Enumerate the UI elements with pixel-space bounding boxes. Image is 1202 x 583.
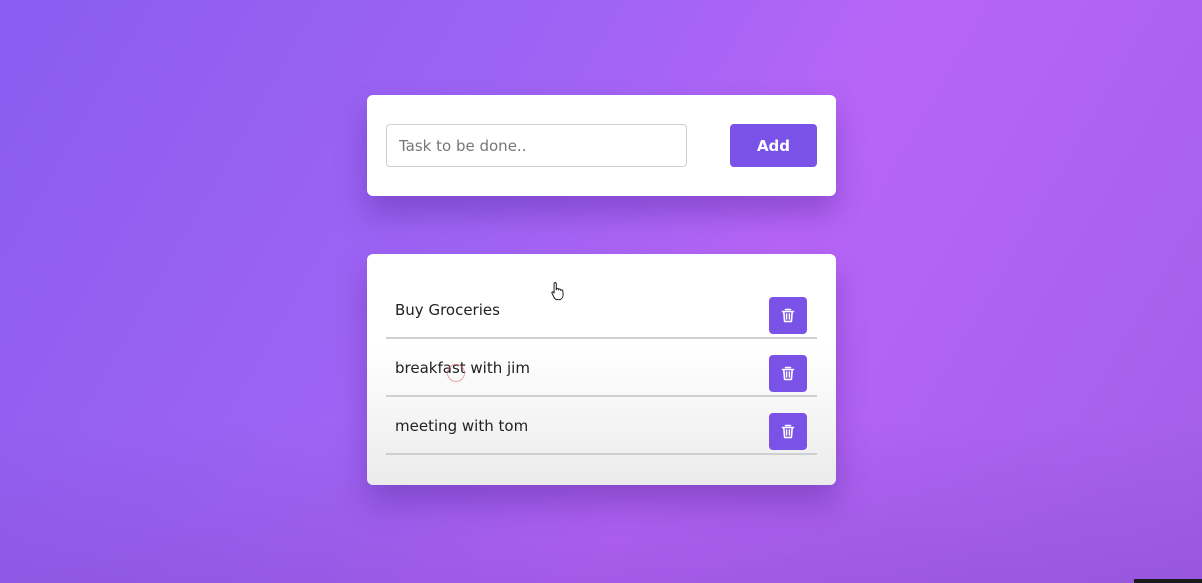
task-text: meeting with tom — [395, 416, 529, 435]
hand-cursor-icon — [551, 282, 564, 301]
task-text: Buy Groceries — [395, 300, 500, 319]
list-item: Buy Groceries — [386, 282, 817, 339]
task-list-card: Buy Groceries breakfast with jim meeting… — [367, 254, 836, 485]
delete-button[interactable] — [769, 413, 807, 450]
delete-button[interactable] — [769, 297, 807, 334]
task-input-card: Add — [367, 95, 836, 196]
click-indicator — [447, 364, 465, 382]
trash-icon — [781, 308, 795, 323]
list-item: meeting with tom — [386, 398, 817, 455]
corner-bar — [1134, 579, 1202, 583]
delete-button[interactable] — [769, 355, 807, 392]
task-input[interactable] — [386, 124, 687, 167]
trash-icon — [781, 424, 795, 439]
add-button[interactable]: Add — [730, 124, 817, 167]
trash-icon — [781, 366, 795, 381]
